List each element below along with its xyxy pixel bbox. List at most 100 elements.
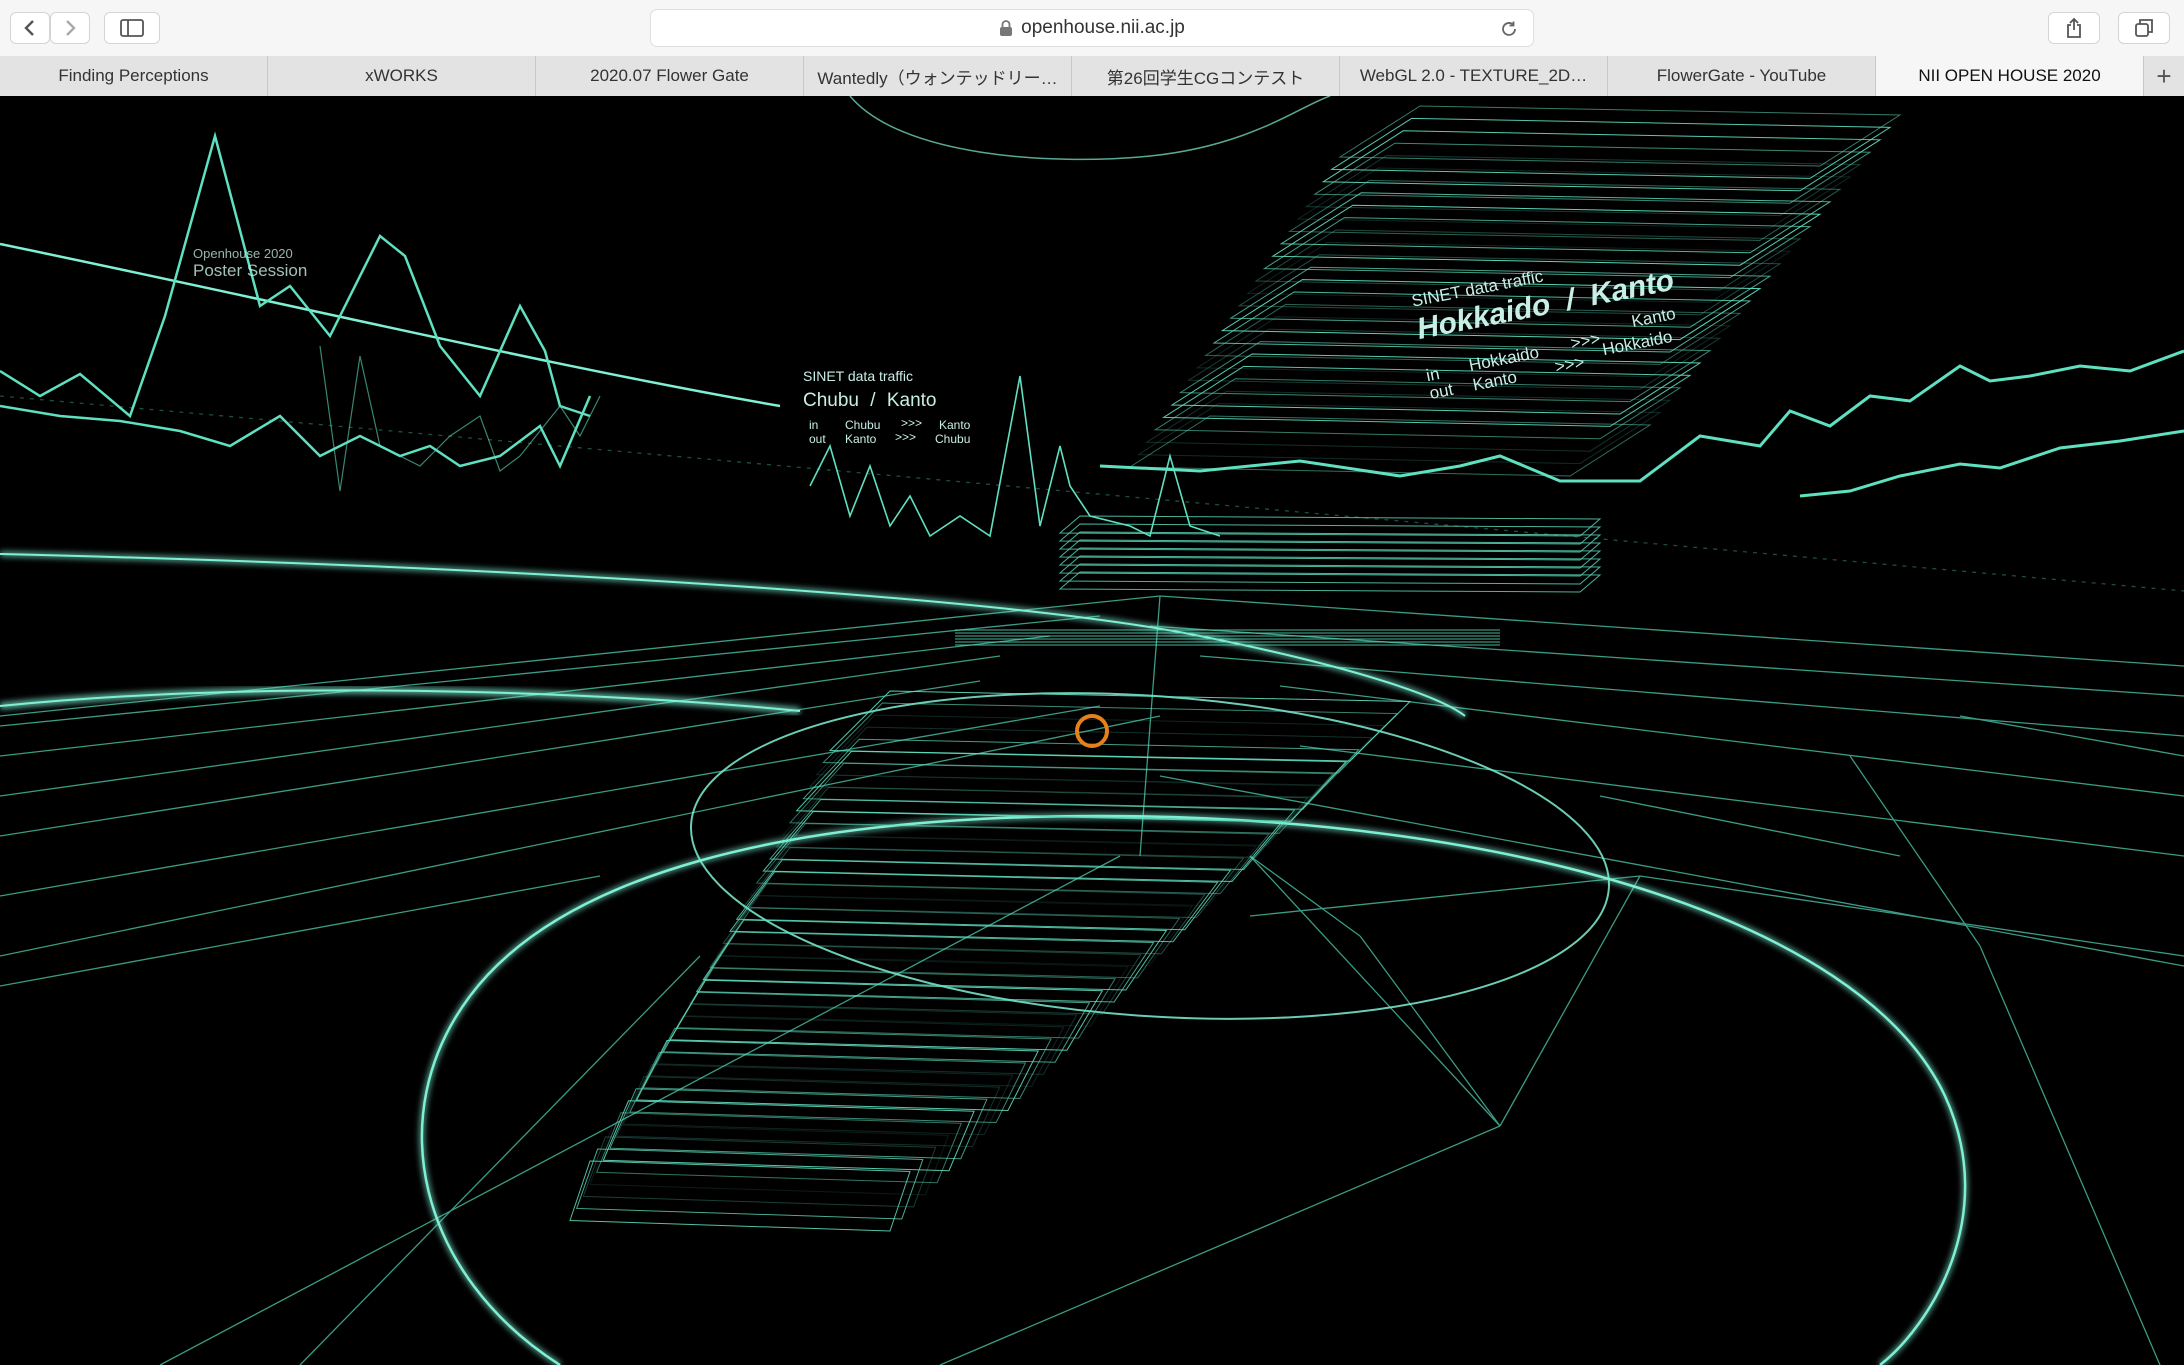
stack-layer-hokkaido <box>1153 378 1682 440</box>
plus-icon: + <box>2156 60 2172 91</box>
sidebar-button[interactable] <box>104 12 160 44</box>
graph-poster-3 <box>319 345 601 492</box>
grid-line <box>0 875 601 987</box>
chubu-title: Chubu / Kanto <box>803 390 937 411</box>
tab-bar: Finding Perceptions xWORKS 2020.07 Flowe… <box>0 56 2184 97</box>
wireframe-scene <box>0 96 2184 1365</box>
lock-icon <box>1000 20 1013 36</box>
grid-line <box>1249 855 1501 1127</box>
grid-line <box>159 855 1121 1365</box>
chubu-arrow-out: >>> <box>895 430 917 444</box>
stack-layer-japan <box>635 1039 1040 1111</box>
share-button[interactable] <box>2048 12 2100 44</box>
traffic-graphs <box>0 131 2184 538</box>
grid-line <box>1849 755 1981 947</box>
grid-line <box>1249 875 1641 917</box>
chubu-from-in: Chubu <box>845 418 881 432</box>
stack-layer-japan <box>615 1076 1001 1148</box>
stack-layer-japan <box>569 1160 911 1232</box>
chubu-in: in <box>809 418 819 432</box>
stack-layer-hokkaido <box>1279 192 1832 254</box>
grid-line <box>0 715 1161 957</box>
tabs-overview-button[interactable] <box>2118 12 2170 44</box>
stack-layer-japan <box>595 1112 963 1184</box>
stack-layer-japan <box>722 883 1206 955</box>
share-icon <box>2067 17 2081 38</box>
browser-toolbar: openhouse.nii.ac.jp <box>0 0 2184 57</box>
tab-cg-contest[interactable]: 第26回学生CGコンテスト <box>1072 56 1340 96</box>
reload-icon[interactable] <box>1499 19 1519 39</box>
stack-layer-japan <box>768 798 1296 870</box>
tabs-overview-icon <box>2135 19 2153 37</box>
tab-xworks[interactable]: xWORKS <box>268 56 536 96</box>
stack-layer-japan <box>575 1148 924 1220</box>
floor-ring-glow <box>418 812 1969 1365</box>
stack-layer-hokkaido <box>1287 179 1842 241</box>
grid-line <box>1359 935 1501 1127</box>
grid-line <box>1959 715 2184 757</box>
stack-layer-japan <box>622 1064 1014 1136</box>
stack-layer-japan <box>642 1027 1052 1099</box>
stack-layer-japan <box>695 931 1155 1003</box>
poster-session-label: Openhouse 2020 Poster Session <box>193 246 307 281</box>
stack-layer-japan <box>729 871 1219 943</box>
stack-layer-japan <box>715 895 1194 967</box>
webgl-canvas[interactable]: Openhouse 2020 Poster Session SINET data… <box>0 96 2184 1365</box>
floor-ring <box>420 814 1967 1365</box>
grid-line <box>939 1125 1501 1365</box>
chubu-header: SINET data traffic <box>803 368 913 384</box>
stack-layer-japan <box>735 859 1232 931</box>
forward-button[interactable] <box>50 12 90 44</box>
new-tab-button[interactable]: + <box>2144 56 2184 96</box>
hokkaido-to-out: Hokkaido <box>1600 326 1674 360</box>
stack-layer-japan <box>682 955 1129 1027</box>
stack-layer-japan <box>655 1003 1078 1075</box>
stack-layer-japan <box>802 738 1360 810</box>
grid-line <box>1499 875 1641 1127</box>
tab-flower-gate[interactable]: 2020.07 Flower Gate <box>536 56 804 96</box>
tab-nii-open-house[interactable]: NII OPEN HOUSE 2020 <box>1876 56 2144 96</box>
tab-flowergate-youtube[interactable]: FlowerGate - YouTube <box>1608 56 1876 96</box>
stack-layer-japan <box>702 919 1168 991</box>
hokkaido-arrow-in: >>> <box>1569 328 1602 354</box>
stack-layer-japan <box>629 1052 1027 1124</box>
tab-wantedly[interactable]: Wantedly（ウォンテッドリー… <box>804 56 1072 96</box>
chubu-out: out <box>809 432 826 446</box>
stack-layer-japan <box>649 1015 1065 1087</box>
orange-cursor-ring <box>1075 714 1109 748</box>
graph-poster-2 <box>0 395 592 469</box>
stack-layer-japan <box>589 1124 950 1196</box>
stack-layer-hokkaido <box>1128 415 1652 477</box>
chubu-from-out: Kanto <box>845 432 877 446</box>
chubu-to-out: Chubu <box>935 432 971 446</box>
tab-webgl[interactable]: WebGL 2.0 - TEXTURE_2D… <box>1340 56 1608 96</box>
graph-hokkaido-2 <box>1799 429 2184 498</box>
stack-layer-japan <box>782 774 1322 846</box>
stack-layer-hokkaido <box>1338 105 1902 167</box>
chubu-traffic-label: SINET data traffic Chubu / Kanto in out … <box>803 368 970 456</box>
stack-layer-hokkaido <box>1304 155 1862 217</box>
stack-layer-hokkaido <box>1145 390 1672 452</box>
stack-layer-japan <box>609 1088 988 1160</box>
stack-layer-hokkaido <box>1296 167 1852 229</box>
sidebar-icon <box>120 19 144 37</box>
grid-line <box>1249 855 1361 937</box>
stack-layer-hokkaido <box>1136 403 1662 465</box>
stack-layer-japan <box>669 979 1104 1051</box>
poster-line1: Openhouse 2020 <box>193 246 293 261</box>
stack-layer-japan <box>808 726 1373 798</box>
stack-layer-hokkaido <box>1271 204 1822 266</box>
grid-line <box>1599 795 1901 857</box>
grid-line <box>1979 945 2161 1365</box>
chevron-left-icon <box>24 20 34 36</box>
stack-layer-japan <box>828 690 1412 762</box>
glow-line-top-left <box>0 242 781 408</box>
stack-layer-japan <box>582 1136 937 1208</box>
back-button[interactable] <box>10 12 50 44</box>
address-bar[interactable]: openhouse.nii.ac.jp <box>650 9 1534 47</box>
tab-finding-perceptions[interactable]: Finding Perceptions <box>0 56 268 96</box>
poster-line2: Poster Session <box>193 261 308 280</box>
stack-layer-japan <box>748 835 1258 907</box>
stack-layer-japan <box>602 1100 975 1172</box>
grid-line <box>299 955 701 1365</box>
